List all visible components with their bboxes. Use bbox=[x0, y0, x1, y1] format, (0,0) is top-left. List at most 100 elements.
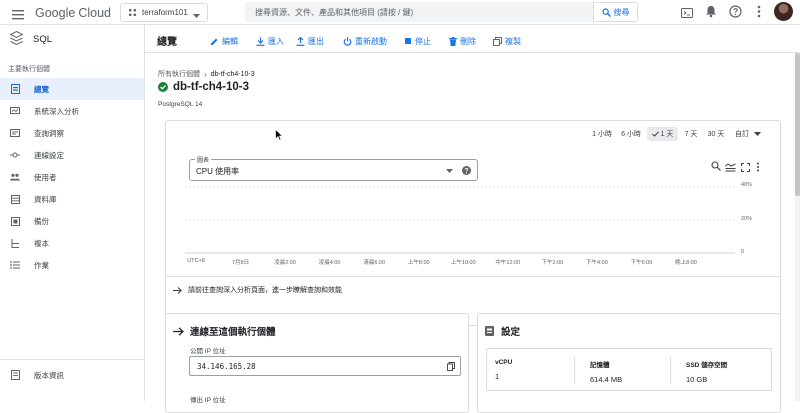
query-insights-link[interactable]: 請前往查詢深入分析頁面，進一步瞭解查詢和效能 bbox=[173, 285, 342, 295]
range-1d[interactable]: 1 天 bbox=[647, 127, 678, 141]
x-tick-label: 凌晨2:00 bbox=[274, 260, 296, 266]
range-label: 7 天 bbox=[684, 131, 698, 138]
breadcrumb-parent[interactable]: 所有執行個體 bbox=[158, 69, 200, 79]
sidebar-item-replicas[interactable]: 複本 bbox=[0, 232, 144, 254]
range-1h[interactable]: 1 小時 bbox=[588, 127, 616, 141]
import-button[interactable]: 匯入 bbox=[256, 34, 284, 48]
sidebar-item-system-insights[interactable]: 系統深入分析 bbox=[0, 100, 144, 122]
monitor-icon bbox=[10, 106, 20, 116]
import-icon bbox=[256, 37, 265, 46]
x-tick-label: 上午8:00 bbox=[407, 260, 430, 266]
fullscreen-icon[interactable] bbox=[740, 159, 751, 177]
menu-icon[interactable] bbox=[12, 7, 24, 20]
edit-button[interactable]: 編輯 bbox=[210, 34, 238, 48]
chart-selector-label: 圖表 bbox=[195, 155, 212, 164]
breadcrumb: 所有執行個體 › db-tf-ch4-10-3 bbox=[158, 69, 255, 79]
sidebar-item-label: 作業 bbox=[34, 260, 49, 270]
sidebar-item-connections[interactable]: 連線設定 bbox=[0, 144, 144, 166]
public-ip-label: 公開 IP 位址 bbox=[190, 348, 226, 355]
sidebar-item-users[interactable]: 使用者 bbox=[0, 166, 144, 188]
config-col-vcpu: vCPU 1 bbox=[495, 359, 512, 381]
config-col-label: SSD 儲存空間 bbox=[686, 362, 728, 369]
arrow-right-icon bbox=[173, 286, 182, 294]
clone-button[interactable]: 複製 bbox=[493, 34, 521, 48]
search-input[interactable]: 搜尋資源、文件、產品和其他項目 (請按 / 鍵) bbox=[245, 2, 593, 22]
zoom-reset-icon[interactable] bbox=[711, 158, 722, 176]
sidebar-item-overview[interactable]: 總覽 bbox=[0, 78, 144, 100]
sidebar-item-query-insights[interactable]: 查詢洞察 bbox=[0, 122, 144, 144]
config-col-value: 10 GB bbox=[686, 375, 708, 384]
copy-icon[interactable] bbox=[447, 362, 455, 371]
instance-name: db-tf-ch4-10-3 bbox=[173, 81, 250, 93]
connect-card-title: 連線至這個執行個體 bbox=[190, 327, 276, 338]
x-tick-label: 7月8日 bbox=[231, 260, 250, 266]
help-icon[interactable] bbox=[729, 5, 742, 18]
sidebar-item-label: 資料庫 bbox=[34, 194, 57, 204]
more-vert-icon[interactable] bbox=[757, 5, 761, 18]
breadcrumb-current: db-tf-ch4-10-3 bbox=[210, 70, 255, 78]
search-placeholder: 搜尋資源、文件、產品和其他項目 (請按 / 鍵) bbox=[255, 7, 414, 17]
sidebar-item-release-notes[interactable]: 版本資訊 bbox=[0, 364, 144, 386]
project-selector[interactable]: terraform101 bbox=[120, 3, 208, 22]
x-tick-label: 中午12:00 bbox=[495, 260, 521, 266]
range-6h[interactable]: 6 小時 bbox=[616, 127, 646, 141]
chart-selector-value: CPU 使用率 bbox=[196, 167, 240, 176]
config-col-memory: 記憶體 614.4 MB bbox=[590, 359, 622, 384]
restart-button[interactable]: 重新啟動 bbox=[343, 34, 387, 48]
product-name: SQL bbox=[33, 34, 53, 45]
public-ip-value: 34.146.165.28 bbox=[197, 362, 256, 371]
range-30d[interactable]: 30 天 bbox=[703, 127, 729, 141]
config-col-value: 614.4 MB bbox=[590, 375, 623, 384]
edit-icon bbox=[210, 37, 219, 46]
google-cloud-logo[interactable]: Google Cloud bbox=[35, 5, 111, 21]
avatar[interactable] bbox=[774, 2, 793, 21]
scrollbar-thumb[interactable] bbox=[795, 53, 800, 196]
sidebar-item-label: 系統深入分析 bbox=[34, 106, 79, 116]
public-ip-field[interactable]: 34.146.165.28 bbox=[189, 356, 461, 376]
stop-label: 停止 bbox=[415, 36, 431, 46]
sql-product-header[interactable]: SQL bbox=[0, 25, 144, 53]
query-insights-text: 請前往查詢深入分析頁面，進一步瞭解查詢和效能 bbox=[188, 287, 342, 294]
help-icon[interactable] bbox=[462, 166, 471, 175]
logo-google: Google bbox=[35, 6, 76, 20]
page-scrollbar[interactable] bbox=[795, 53, 800, 401]
delete-button[interactable]: 刪除 bbox=[448, 34, 476, 48]
range-7d[interactable]: 7 天 bbox=[680, 127, 702, 141]
x-tick-label: UTC+8 bbox=[187, 258, 205, 264]
sidebar-item-label: 連線設定 bbox=[34, 150, 64, 160]
settings-card-icon bbox=[485, 326, 494, 336]
config-col-divider bbox=[670, 357, 671, 384]
x-tick-label: 清晨6:00 bbox=[363, 260, 386, 266]
config-col-divider bbox=[574, 357, 575, 384]
y-tick-label: 20% bbox=[741, 216, 753, 222]
sidebar-item-label: 查詢洞察 bbox=[34, 128, 64, 138]
search-button[interactable]: 搜尋 bbox=[593, 2, 638, 22]
sidebar-item-databases[interactable]: 資料庫 bbox=[0, 188, 144, 210]
notifications-icon[interactable] bbox=[705, 5, 717, 18]
config-card-header: 設定 bbox=[485, 324, 520, 338]
sidebar-item-operations[interactable]: 作業 bbox=[0, 254, 144, 276]
chart-selector[interactable]: 圖表 CPU 使用率 bbox=[189, 155, 478, 181]
config-col-label: vCPU bbox=[495, 359, 513, 366]
config-col-storage: SSD 儲存空間 10 GB bbox=[686, 359, 727, 384]
database-icon bbox=[10, 194, 20, 204]
status-check-icon bbox=[158, 82, 168, 92]
compare-icon[interactable] bbox=[725, 159, 736, 177]
chevron-down-icon bbox=[446, 169, 453, 173]
export-button[interactable]: 匯出 bbox=[296, 34, 324, 48]
connect-card-header: 連線至這個執行個體 bbox=[173, 324, 276, 338]
backup-icon bbox=[10, 216, 20, 226]
power-icon bbox=[343, 36, 352, 46]
sidebar-item-backups[interactable]: 備份 bbox=[0, 210, 144, 232]
range-label: 1 天 bbox=[660, 131, 674, 138]
sidebar-item-label: 使用者 bbox=[34, 172, 57, 182]
stop-button[interactable]: 停止 bbox=[403, 34, 431, 48]
search-button-label: 搜尋 bbox=[613, 7, 630, 17]
sidebar-item-label: 版本資訊 bbox=[34, 370, 64, 380]
range-custom[interactable]: 自訂 bbox=[731, 127, 765, 141]
query-insights-icon bbox=[10, 128, 20, 138]
cloud-shell-icon[interactable] bbox=[681, 6, 693, 18]
chart-more-vert-icon[interactable] bbox=[756, 159, 760, 177]
config-card-title: 設定 bbox=[501, 327, 521, 338]
x-tick-label: 下午6:00 bbox=[630, 260, 653, 266]
